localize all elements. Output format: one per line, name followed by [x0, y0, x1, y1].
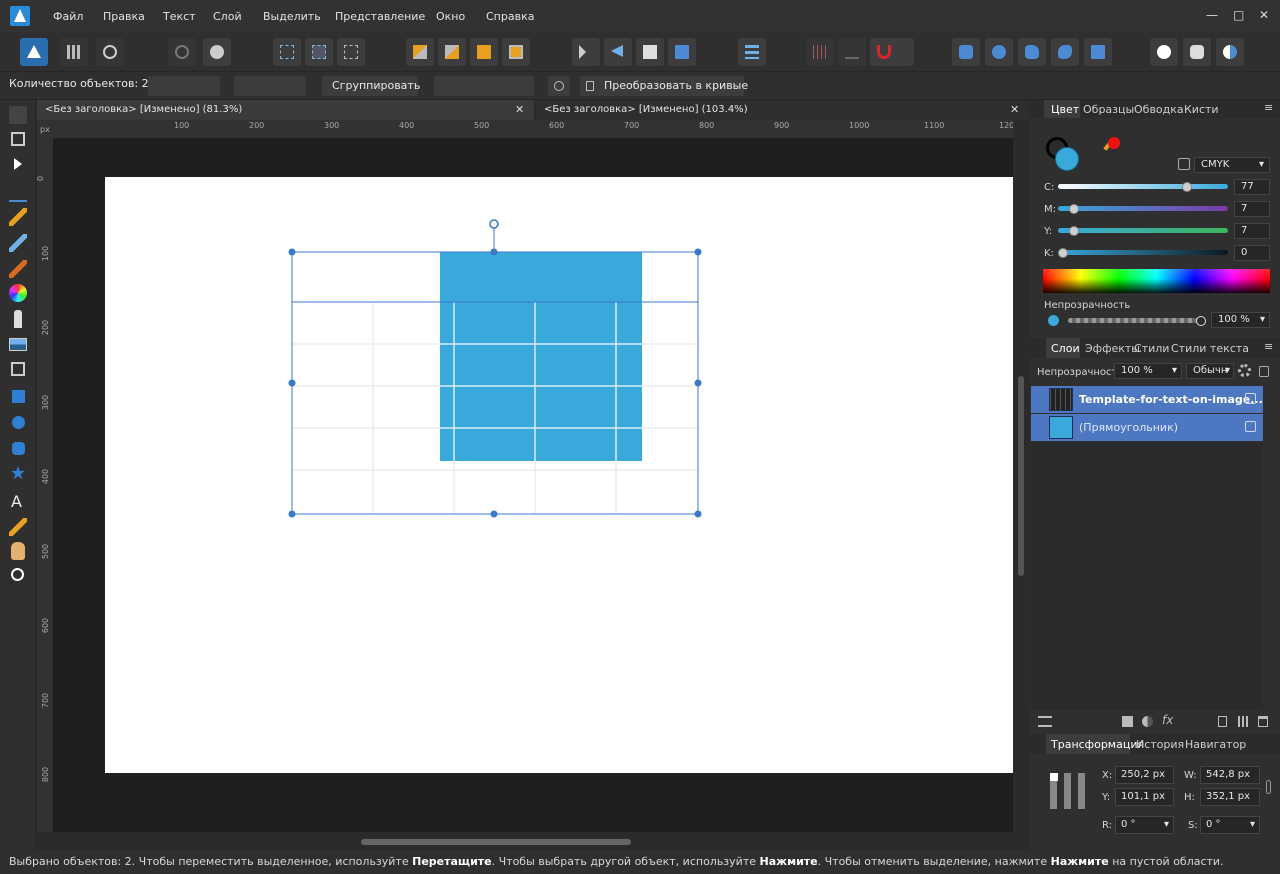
new-layer-icon[interactable] — [1218, 716, 1227, 727]
magenta-label: M: — [1044, 204, 1056, 215]
tab-color[interactable]: Цвет — [1051, 103, 1079, 116]
width-field[interactable]: 542,8 px — [1200, 766, 1260, 784]
status-drag: Перетащите — [412, 855, 492, 868]
recent-color-icon[interactable] — [1108, 137, 1120, 149]
key-slider-knob[interactable] — [1058, 248, 1068, 258]
right-panel: Цвет Образцы Обводка Кисти ≡ CMYK ▾ C: 77… — [1030, 100, 1280, 850]
yellow-value[interactable]: 7 — [1234, 223, 1270, 239]
color-opacity-label: Непрозрачность — [1044, 300, 1131, 311]
opacity-color-dot — [1048, 315, 1059, 326]
transform-panel-tabs: Трансформация История Навигатор — [1030, 734, 1280, 754]
mask-icon[interactable] — [1122, 716, 1133, 727]
blend-mode-select[interactable]: Обычн ▾ — [1186, 363, 1234, 379]
fill-color-well[interactable] — [1055, 147, 1079, 171]
x-field[interactable]: 250,2 px — [1115, 766, 1174, 784]
layers-list-empty — [1031, 442, 1263, 710]
magenta-slider[interactable] — [1058, 206, 1228, 211]
blue-rectangle — [440, 252, 642, 461]
yellow-slider[interactable] — [1058, 228, 1228, 233]
cyan-label: C: — [1044, 182, 1055, 193]
key-value[interactable]: 0 — [1234, 245, 1270, 261]
fx-icon[interactable]: fx — [1162, 713, 1173, 727]
key-label: K: — [1044, 248, 1054, 259]
color-panel-menu-icon[interactable]: ≡ — [1264, 101, 1273, 114]
layer-lock-icon[interactable] — [1259, 366, 1269, 377]
cyan-slider-knob[interactable] — [1182, 182, 1192, 192]
lock-icon[interactable] — [1178, 158, 1190, 170]
status-text-3: . Чтобы отменить выделение, нажмите — [817, 855, 1051, 868]
y-label: Y: — [1102, 792, 1111, 803]
tab-swatches[interactable]: Образцы — [1083, 103, 1134, 116]
x-label: X: — [1102, 770, 1113, 781]
color-spectrum[interactable] — [1043, 269, 1270, 293]
color-opacity-slider[interactable] — [1068, 318, 1202, 323]
tab-styles[interactable]: Стили — [1134, 342, 1169, 355]
magenta-value[interactable]: 7 — [1234, 201, 1270, 217]
affinity-designer-window: Файл Правка Текст Слой Выделить Представ… — [0, 0, 1280, 874]
color-model-select[interactable]: CMYK ▾ — [1194, 157, 1270, 173]
tab-transform[interactable]: Трансформация — [1051, 738, 1144, 751]
layer-opacity-select[interactable]: 100 % ▾ — [1114, 363, 1182, 379]
yellow-slider-knob[interactable] — [1069, 226, 1079, 236]
layer-visibility-checkbox[interactable] — [1245, 421, 1256, 432]
group-layers-icon[interactable] — [1238, 716, 1249, 727]
horizontal-scroll-thumb[interactable] — [361, 839, 631, 845]
horizontal-scrollbar[interactable] — [37, 832, 1013, 850]
status-text-1: Выбрано объектов: 2. Чтобы переместить в… — [9, 855, 413, 868]
vertical-scroll-thumb[interactable] — [1018, 376, 1024, 576]
link-dimensions-icon[interactable] — [1266, 780, 1271, 794]
cyan-value[interactable]: 77 — [1234, 179, 1270, 195]
color-opacity-value[interactable]: 100 % ▾ — [1211, 312, 1270, 328]
vertical-scrollbar[interactable] — [1013, 120, 1029, 832]
key-slider[interactable] — [1058, 250, 1228, 255]
layer-name-template: Template-for-text-on-image... — [1079, 393, 1263, 406]
layers-panel-tabs: Слои Эффекты Стили Стили текста ≡ — [1030, 338, 1280, 358]
layer-settings-gear-icon[interactable] — [1238, 364, 1251, 377]
cyan-slider[interactable] — [1058, 184, 1228, 189]
color-panel-tabs: Цвет Образцы Обводка Кисти ≡ — [1030, 100, 1280, 118]
layer-visibility-checkbox[interactable] — [1245, 393, 1256, 404]
yellow-label: Y: — [1044, 226, 1053, 237]
layers-panel-menu-icon[interactable]: ≡ — [1264, 340, 1273, 353]
layers-stack-icon[interactable] — [1038, 716, 1052, 727]
shear-field[interactable]: 0 ° ▾ — [1200, 816, 1260, 834]
rotation-label: R: — [1102, 820, 1113, 831]
y-field[interactable]: 101,1 px — [1115, 788, 1174, 806]
color-opacity-knob[interactable] — [1196, 316, 1206, 326]
h-label: H: — [1184, 792, 1195, 803]
layer-thumbnail — [1049, 388, 1073, 411]
tab-effects[interactable]: Эффекты — [1085, 342, 1140, 355]
rotation-field[interactable]: 0 ° ▾ — [1115, 816, 1174, 834]
status-bar: Выбрано объектов: 2. Чтобы переместить в… — [0, 850, 1280, 874]
layers-footer: fx — [1030, 712, 1280, 732]
layer-thumbnail — [1049, 416, 1073, 439]
tab-stroke[interactable]: Обводка — [1134, 103, 1184, 116]
layer-row-rectangle[interactable]: (Прямоугольник) — [1031, 414, 1263, 441]
w-label: W: — [1184, 770, 1197, 781]
status-text-2: . Чтобы выбрать другой объект, используй… — [491, 855, 760, 868]
rotation-handle — [489, 219, 499, 229]
tab-text-styles[interactable]: Стили текста — [1171, 342, 1249, 355]
tab-brushes[interactable]: Кисти — [1184, 103, 1219, 116]
layer-row-template[interactable]: Template-for-text-on-image... — [1031, 386, 1263, 413]
tab-history[interactable]: История — [1136, 738, 1184, 751]
adjustment-icon[interactable] — [1142, 716, 1153, 727]
magenta-slider-knob[interactable] — [1069, 204, 1079, 214]
tab-layers[interactable]: Слои — [1051, 342, 1080, 355]
status-click: Нажмите — [759, 855, 818, 868]
anchor-point-selector[interactable] — [1050, 773, 1086, 809]
shear-label: S: — [1188, 820, 1198, 831]
status-text-4: на пустой области. — [1108, 855, 1224, 868]
layer-name-rectangle: (Прямоугольник) — [1079, 421, 1178, 434]
delete-layer-icon[interactable] — [1258, 716, 1268, 727]
height-field[interactable]: 352,1 px — [1200, 788, 1260, 806]
status-click-2: Нажмите — [1050, 855, 1109, 868]
tab-navigator[interactable]: Навигатор — [1185, 738, 1246, 751]
